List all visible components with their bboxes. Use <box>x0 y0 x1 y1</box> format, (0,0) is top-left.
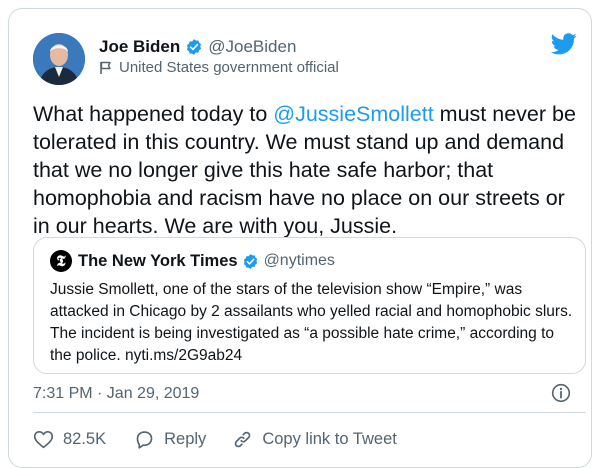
tweet-text: What happened today to @JussieSmollett m… <box>33 100 583 240</box>
tweet-timestamp[interactable]: 7:31 PM · Jan 29, 2019 <box>33 385 199 403</box>
verified-badge-icon <box>187 39 202 55</box>
author-handle[interactable]: @JoeBiden <box>208 37 296 57</box>
tweet-text-intro: What happened today to <box>33 102 274 126</box>
flag-icon <box>100 61 111 74</box>
reply-label: Reply <box>164 430 207 448</box>
author-label-row: United States government official <box>99 59 339 76</box>
like-button[interactable]: 82.5K <box>33 429 106 450</box>
reply-icon <box>136 431 153 449</box>
copy-link-label: Copy link to Tweet <box>262 430 397 448</box>
quoted-author-name[interactable]: The New York Times <box>78 252 238 271</box>
copy-link-button[interactable]: Copy link to Tweet <box>232 429 397 450</box>
quoted-tweet[interactable]: 𝕿 The New York Times @nytimes Jussie Smo… <box>33 237 586 374</box>
twitter-bird-icon[interactable] <box>551 33 577 55</box>
avatar-image <box>33 33 85 85</box>
quoted-tweet-text: Jussie Smollett, one of the stars of the… <box>50 281 573 364</box>
like-count: 82.5K <box>63 430 107 448</box>
heart-icon <box>33 430 54 449</box>
mention-link[interactable]: @JussieSmollett <box>273 102 433 126</box>
quoted-author-handle[interactable]: @nytimes <box>264 252 335 270</box>
verified-badge-icon <box>243 253 257 269</box>
quoted-tweet-header: 𝕿 The New York Times @nytimes <box>50 250 335 272</box>
nyt-logo-icon: 𝕿 <box>50 250 72 272</box>
tweet-card: Joe Biden @JoeBiden United States govern… <box>8 8 592 468</box>
divider <box>33 412 586 413</box>
link-icon <box>235 431 251 448</box>
reply-button[interactable]: Reply <box>134 429 206 450</box>
avatar[interactable] <box>33 33 85 85</box>
author-display-name[interactable]: Joe Biden <box>99 37 180 57</box>
info-icon[interactable] <box>551 383 571 403</box>
tweet-actions: 82.5K Reply Copy link to Tweet <box>33 429 397 450</box>
author-row: Joe Biden @JoeBiden <box>99 37 296 57</box>
government-label: United States government official <box>119 59 339 76</box>
